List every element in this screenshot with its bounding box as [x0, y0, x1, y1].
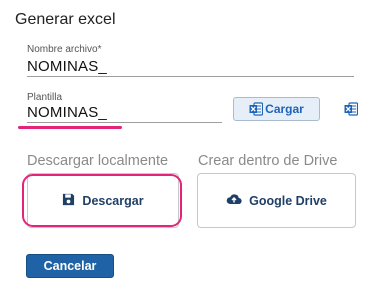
nombre-archivo-input[interactable]: NOMINAS_	[27, 58, 107, 75]
excel-icon	[249, 102, 264, 116]
crear-en-drive-label: Crear dentro de Drive	[198, 153, 338, 169]
descargar-localmente-label: Descargar localmente	[27, 153, 169, 169]
cancel-button[interactable]: Cancelar	[26, 254, 114, 278]
cargar-button-label: Cargar	[265, 102, 304, 116]
google-drive-button-label: Google Drive	[249, 193, 327, 208]
dialog-title: Generar excel	[15, 11, 116, 28]
plantilla-input[interactable]: NOMINAS_	[27, 104, 107, 121]
plantilla-underline	[27, 122, 222, 123]
cloud-upload-icon	[226, 193, 242, 208]
nombre-archivo-label-text: Nombre archivo	[27, 44, 98, 55]
cargar-button[interactable]: Cargar	[233, 97, 320, 121]
nombre-archivo-label: Nombre archivo*	[27, 44, 102, 55]
highlight-box	[22, 174, 182, 227]
required-marker: *	[97, 44, 102, 55]
excel-icon-extra[interactable]	[344, 102, 358, 116]
google-drive-button[interactable]: Google Drive	[197, 173, 356, 228]
nombre-archivo-underline	[27, 76, 354, 77]
plantilla-label: Plantilla	[27, 92, 63, 103]
highlight-underline	[18, 126, 122, 129]
